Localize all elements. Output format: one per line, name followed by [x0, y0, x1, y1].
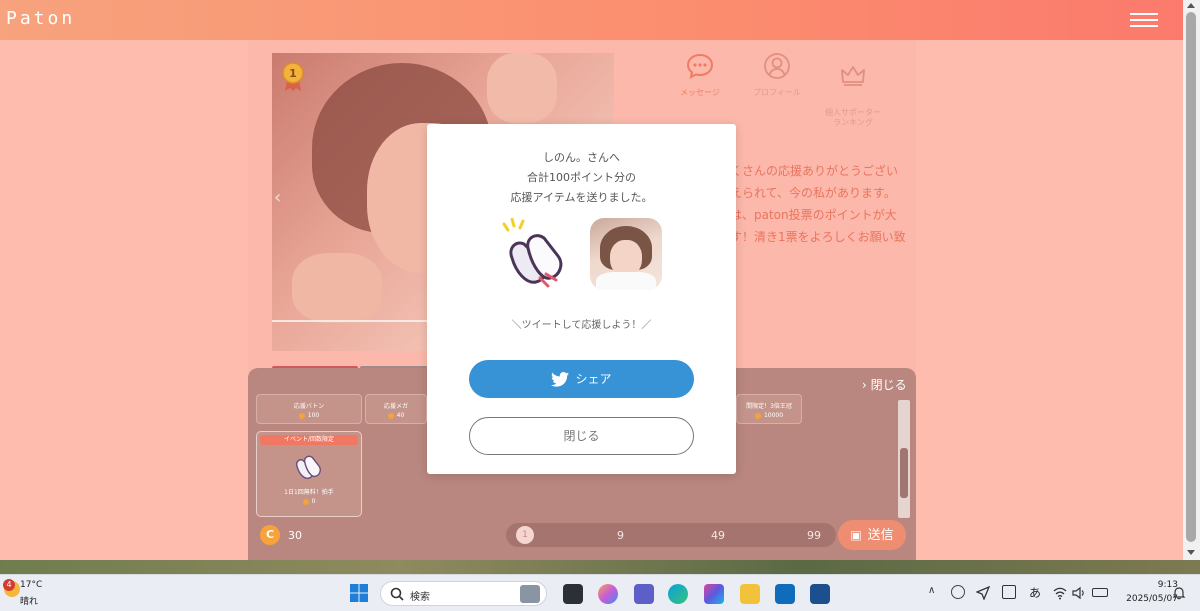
file-explorer-icon[interactable]	[740, 584, 760, 604]
windows-taskbar: 4 17°C 晴れ 検索 ∧ あ 9:13 2025/05/07	[0, 574, 1200, 611]
quantity-slider-knob[interactable]: 1	[516, 526, 534, 544]
speech-bubble-icon	[686, 53, 714, 79]
gift-item-price: 100	[307, 412, 320, 419]
slider-mark[interactable]: 9	[617, 529, 624, 542]
event-gift-price: 0	[311, 498, 316, 505]
profile-message-text: くさんの応援ありがとうござい えられて、今の私があります。 は、paton投票の…	[730, 160, 920, 248]
office-icon[interactable]	[704, 584, 724, 604]
browser-viewport: Paton ‹ 1 メッセージ プロフィール 個人サポーター ランキング くさん…	[0, 0, 1183, 560]
twitter-share-button[interactable]: シェア	[469, 360, 694, 398]
event-gift-name: 1日1回無料！拍手	[284, 489, 334, 496]
outlook-icon[interactable]	[775, 584, 795, 604]
clapping-hands-icon	[502, 217, 572, 290]
desktop-wallpaper	[0, 560, 1200, 574]
coin-balance: 30	[288, 529, 302, 542]
send-gift-button[interactable]: ▣ 送信	[838, 520, 906, 550]
weather-notification-badge: 4	[3, 579, 15, 591]
photo-slide-indicator	[272, 320, 432, 322]
weather-condition[interactable]: 晴れ	[20, 594, 38, 607]
profile-text-line: えられて、今の私があります。	[730, 186, 896, 200]
teams-icon[interactable]	[634, 584, 654, 604]
gift-item-name: 応援バトン	[293, 403, 325, 410]
quantity-slider[interactable]	[506, 523, 836, 547]
scroll-up-arrow-icon[interactable]	[1187, 3, 1195, 8]
coin-icon	[754, 412, 761, 419]
edge-browser-icon[interactable]	[668, 584, 688, 604]
weather-temperature[interactable]: 17°C	[20, 580, 42, 590]
gift-sent-dialog: しのん。さんへ 合計100ポイント分の 応援アイテムを送りました。 ＼ツイートし…	[427, 124, 736, 474]
scroll-down-arrow-icon[interactable]	[1187, 550, 1195, 555]
tray-overflow-chevron-icon[interactable]: ∧	[928, 585, 935, 596]
page-scrollbar[interactable]	[1183, 0, 1200, 560]
nav-profile-button[interactable]: プロフィール	[737, 52, 817, 98]
event-gift-card[interactable]: イベント/回数限定 1日1回無料！拍手 0	[256, 431, 362, 517]
taskbar-clock-date[interactable]: 2025/05/07	[1110, 594, 1178, 604]
dialog-close-button[interactable]: 閉じる	[469, 417, 694, 455]
windows-logo-icon	[350, 584, 368, 602]
gift-item-card[interactable]: 間限定！3倍王冠 10000	[736, 394, 802, 424]
rank-medal-icon: 1	[281, 62, 305, 92]
profile-text-line: くさんの応援ありがとうござい	[730, 164, 899, 178]
svg-text:1: 1	[289, 67, 297, 80]
windows-start-button[interactable]	[350, 584, 368, 602]
slider-mark[interactable]: 49	[711, 529, 725, 542]
location-arrow-icon[interactable]	[975, 585, 991, 601]
nav-message-label: メッセージ	[680, 88, 720, 97]
site-header: Paton	[0, 0, 1183, 40]
battery-icon[interactable]	[1092, 588, 1108, 597]
coin-icon	[302, 498, 309, 505]
site-logo[interactable]: Paton	[6, 8, 75, 29]
profile-text-line: は、paton投票のポイントが大	[730, 208, 897, 222]
profile-text-line: す！清き1票をよろしくお願い致	[730, 230, 906, 244]
nav-message-button[interactable]: メッセージ	[660, 52, 740, 98]
gift-item-card[interactable]: 応援メガ 40	[365, 394, 427, 424]
nav-profile-label: プロフィール	[753, 88, 801, 97]
dialog-message: しのん。さんへ 合計100ポイント分の 応援アイテムを送りました。	[510, 151, 653, 204]
tweet-prompt: ＼ツイートして応援しよう！／	[511, 320, 652, 331]
search-icon	[390, 587, 404, 601]
wifi-icon[interactable]	[1053, 585, 1067, 600]
person-circle-icon	[764, 53, 790, 79]
hamburger-menu-button[interactable]	[1130, 9, 1158, 31]
twitter-bird-icon	[551, 372, 570, 387]
ime-mode-indicator[interactable]: あ	[1029, 584, 1041, 601]
coin-icon	[387, 412, 394, 419]
gift-item-price: 10000	[763, 412, 784, 419]
gift-item-name: 間限定！3倍王冠	[746, 403, 792, 410]
slider-mark[interactable]: 99	[807, 529, 821, 542]
search-highlight-image	[520, 585, 540, 603]
copilot-icon[interactable]	[598, 584, 618, 604]
coin-balance-icon: C	[260, 525, 280, 545]
gift-icon: ▣	[850, 528, 862, 542]
keyboard-icon[interactable]	[1002, 585, 1016, 599]
panel-close-button[interactable]: › 閉じる	[862, 376, 907, 393]
gift-item-name: 応援メガ	[383, 403, 408, 410]
recipient-avatar	[590, 218, 662, 290]
gift-item-card[interactable]: 応援バトン 100	[256, 394, 362, 424]
nav-ranking-label: 個人サポーター ランキング	[825, 108, 881, 127]
chevron-right-icon: ›	[862, 378, 867, 392]
microsoft-store-icon[interactable]	[810, 584, 830, 604]
taskbar-search-box[interactable]: 検索	[380, 581, 547, 606]
search-placeholder: 検索	[410, 592, 430, 603]
notification-bell-icon[interactable]	[1172, 585, 1186, 600]
page-scrollbar-thumb[interactable]	[1186, 12, 1196, 542]
security-status-icon[interactable]	[951, 585, 965, 599]
volume-icon[interactable]	[1072, 585, 1086, 600]
nav-ranking-button[interactable]: 個人サポーター ランキング	[813, 52, 893, 138]
gift-item-price: 40	[396, 412, 405, 419]
event-tag: イベント/回数限定	[260, 435, 358, 445]
clapping-hands-icon	[296, 455, 321, 479]
photo-prev-arrow-icon[interactable]: ‹	[274, 187, 281, 208]
crown-icon	[841, 66, 865, 86]
gift-list-scrollbar-thumb[interactable]	[900, 448, 908, 498]
taskbar-clock-time[interactable]: 9:13	[1130, 580, 1178, 590]
coin-icon	[298, 412, 305, 419]
task-view-icon[interactable]	[563, 584, 583, 604]
